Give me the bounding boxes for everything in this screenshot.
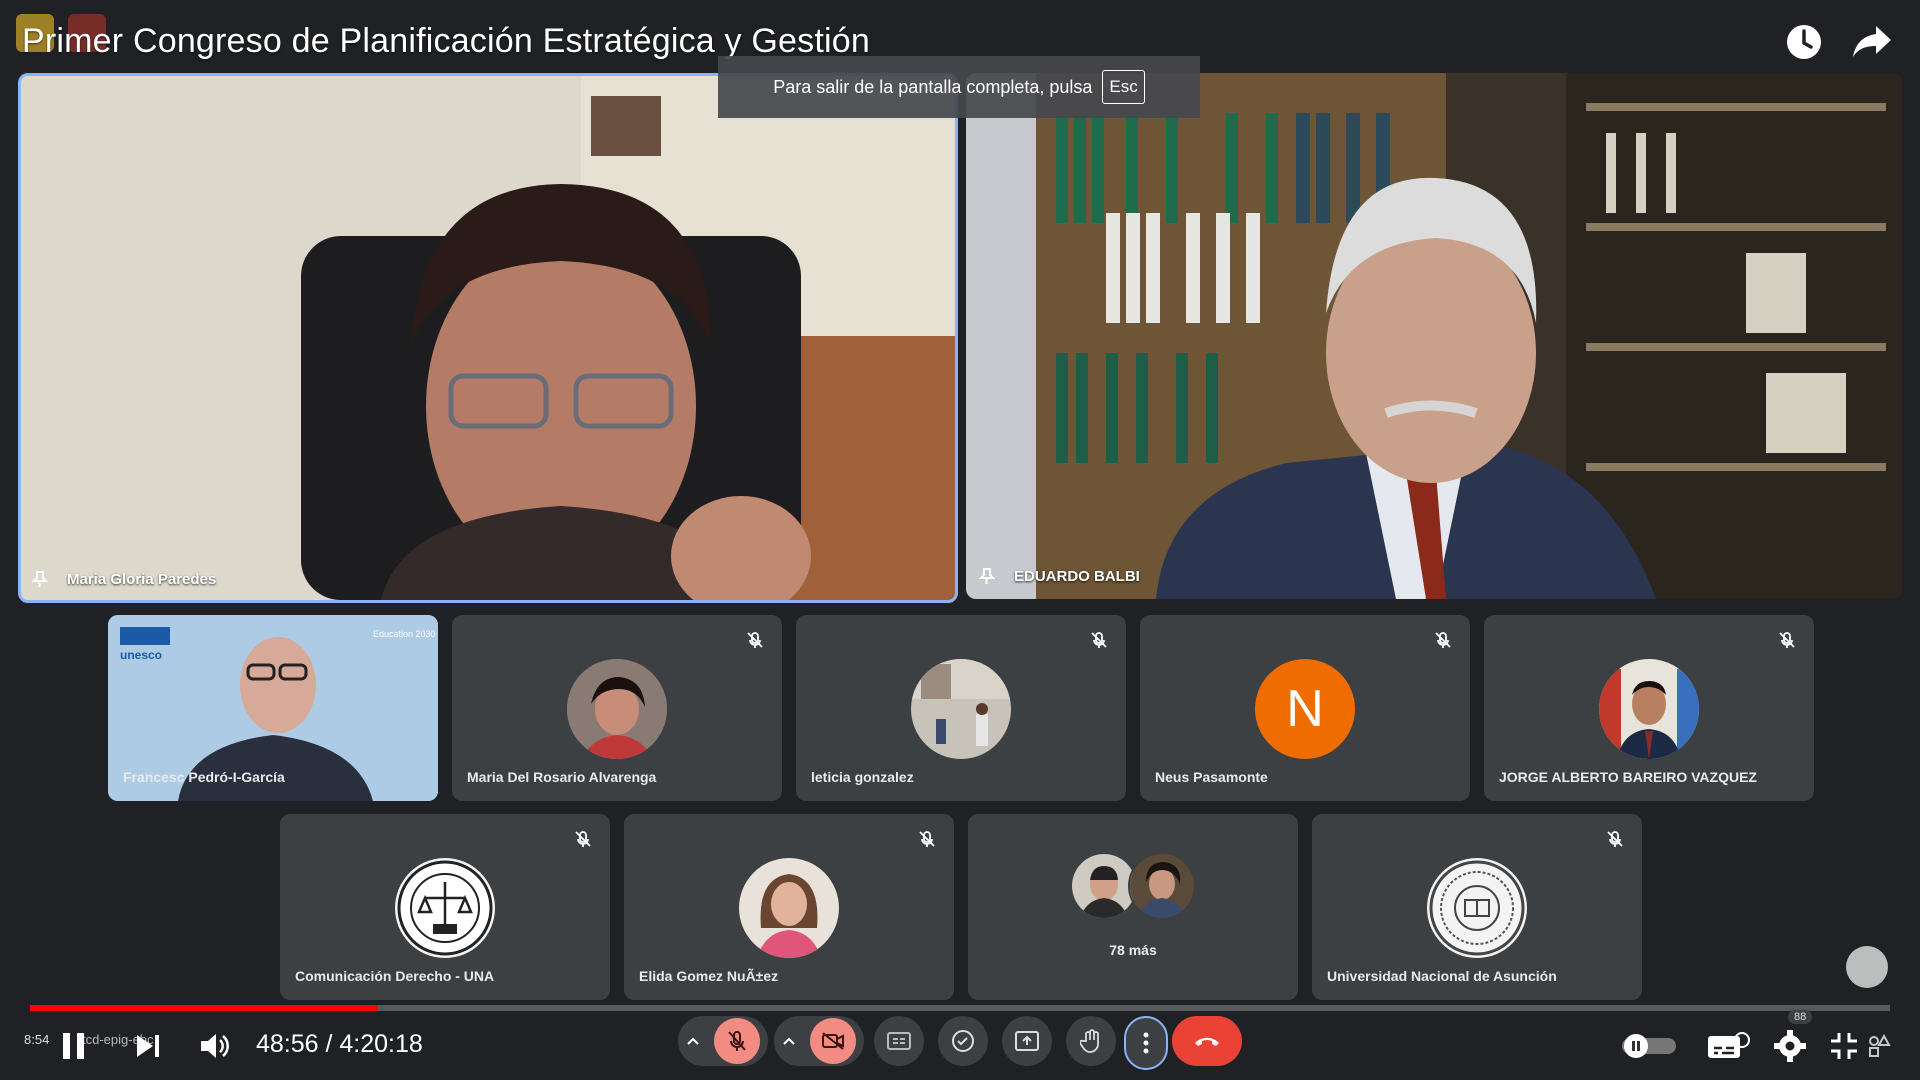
audio-controls[interactable] <box>678 1016 768 1066</box>
mic-off-icon <box>1091 632 1107 648</box>
meet-shapes-button[interactable] <box>1864 1028 1894 1064</box>
avatar <box>911 659 1011 759</box>
time-display: 48:56 / 4:20:18 <box>256 1030 423 1058</box>
more-participants-tile[interactable]: 78 más <box>968 814 1298 1000</box>
mic-off-icon <box>747 632 763 648</box>
pin-icon <box>31 571 49 587</box>
more-vert-icon <box>1143 1032 1149 1054</box>
participant-name: JORGE ALBERTO BAREIRO VAZQUEZ <box>1499 769 1757 785</box>
participant-video <box>21 76 955 600</box>
progress-played <box>30 1005 378 1011</box>
participant-tile[interactable]: unesco Education 2030 Francesc Pedró-I-G… <box>108 615 438 801</box>
volume-button[interactable] <box>196 1028 234 1064</box>
fullscreen-notice: Para salir de la pantalla completa, puls… <box>718 56 1200 118</box>
participant-name: Universidad Nacional de Asunción <box>1327 968 1557 984</box>
participant-tile[interactable]: JORGE ALBERTO BAREIRO VAZQUEZ <box>1484 615 1814 801</box>
captions-button[interactable] <box>874 1016 924 1066</box>
subtitles-icon <box>1708 1032 1750 1058</box>
university-seal-logo <box>1427 858 1527 958</box>
badge-count: 88 <box>1788 1010 1813 1024</box>
participant-name: leticia gonzalez <box>811 769 914 785</box>
present-icon <box>1015 1031 1039 1051</box>
camera-off-icon <box>810 1018 856 1064</box>
participant-name: Maria Gloria Paredes <box>67 571 217 588</box>
pin-icon <box>978 568 996 584</box>
pause-button[interactable] <box>56 1028 92 1064</box>
mic-off-icon <box>1779 632 1795 648</box>
meet-clock: 8:54 <box>24 1032 50 1047</box>
fullscreen-notice-text: Para salir de la pantalla completa, puls… <box>773 76 1093 97</box>
share-button[interactable] <box>1850 20 1894 64</box>
avatar-initial: N <box>1255 659 1355 759</box>
participant-tile[interactable]: leticia gonzalez <box>796 615 1126 801</box>
progress-bar[interactable] <box>30 1005 1890 1011</box>
volume-icon <box>201 1034 229 1058</box>
exit-fullscreen-button[interactable] <box>1826 1028 1862 1064</box>
gear-icon <box>1774 1030 1806 1062</box>
clock-icon <box>1787 25 1821 59</box>
more-count-label: 78 más <box>1109 942 1157 958</box>
reactions-button[interactable] <box>938 1016 988 1066</box>
more-options-button[interactable] <box>1124 1016 1168 1070</box>
participant-tile[interactable]: Elida Gomez NuÃ±ez <box>624 814 954 1000</box>
hand-icon <box>1080 1029 1099 1053</box>
autoplay-toggle[interactable] <box>1622 1032 1676 1060</box>
participant-name: Francesc Pedró-I-García <box>123 769 285 785</box>
participant-tile[interactable]: N Neus Pasamonte <box>1140 615 1470 801</box>
share-icon <box>1853 26 1891 57</box>
mic-off-icon <box>714 1018 760 1064</box>
speaker-tile-2[interactable]: EDUARDO BALBI <box>966 73 1902 599</box>
avatar <box>567 659 667 759</box>
emoji-icon <box>952 1030 974 1052</box>
esc-key-hint: Esc <box>1102 70 1145 104</box>
raise-hand-button[interactable] <box>1066 1016 1116 1066</box>
captions-icon <box>887 1032 911 1050</box>
channel-watermark-icon <box>1846 946 1888 988</box>
video-controls[interactable] <box>774 1016 864 1066</box>
chevron-up-icon <box>783 1037 795 1045</box>
mic-off-icon <box>575 831 591 847</box>
exit-fullscreen-icon <box>1831 1033 1857 1059</box>
participant-name: EDUARDO BALBI <box>1014 568 1140 585</box>
mic-off-icon <box>919 831 935 847</box>
settings-button[interactable] <box>1770 1028 1810 1064</box>
participant-name: Elida Gomez NuÃ±ez <box>639 968 779 984</box>
speaker-tile-1[interactable]: Maria Gloria Paredes <box>18 73 958 603</box>
avatar <box>739 858 839 958</box>
participant-name: Maria Del Rosario Alvarenga <box>467 769 657 785</box>
watch-later-button[interactable] <box>1782 20 1826 64</box>
participant-tile[interactable]: Comunicación Derecho - UNA <box>280 814 610 1000</box>
mic-off-icon <box>1607 831 1623 847</box>
avatar <box>1599 659 1699 759</box>
participant-name: Comunicación Derecho - UNA <box>295 968 495 984</box>
participant-tile[interactable]: Maria Del Rosario Alvarenga <box>452 615 782 801</box>
activities-icon <box>1869 1034 1891 1057</box>
participant-name: Neus Pasamonte <box>1155 769 1268 785</box>
pause-icon <box>63 1033 84 1059</box>
call-end-icon <box>1195 1037 1219 1046</box>
toggle-icon <box>1622 1034 1676 1058</box>
mic-off-icon <box>1435 632 1451 648</box>
leave-call-button[interactable] <box>1172 1016 1242 1066</box>
next-button[interactable] <box>130 1028 166 1064</box>
skip-next-icon <box>137 1035 159 1057</box>
avatar <box>1128 852 1196 920</box>
svg-text:Education 2030: Education 2030 <box>373 629 436 639</box>
svg-text:unesco: unesco <box>120 648 162 662</box>
subtitles-button[interactable] <box>1704 1028 1752 1064</box>
participant-tile[interactable]: Universidad Nacional de Asunción <box>1312 814 1642 1000</box>
seal-logo <box>395 858 495 958</box>
present-button[interactable] <box>1002 1016 1052 1066</box>
participant-video <box>966 73 1902 599</box>
chevron-up-icon <box>687 1037 699 1045</box>
